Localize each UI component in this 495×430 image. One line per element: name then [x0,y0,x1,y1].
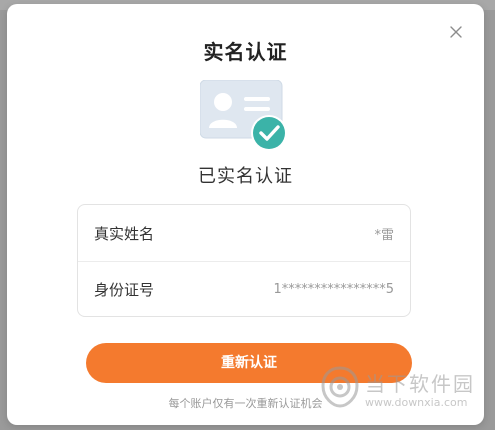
identity-info-card: 真实姓名 *雷 身份证号 1****************5 [77,204,411,317]
verification-dialog: 实名认证 已实名认证 真实姓名 *雷 身份证号 1***************… [7,4,484,425]
real-name-label: 真实姓名 [94,224,155,243]
info-row-id-number: 身份证号 1****************5 [78,261,410,317]
dialog-title: 实名认证 [203,40,288,64]
real-name-value: *雷 [374,227,394,243]
reverify-hint: 每个账户仅有一次重新认证机会 [168,397,323,410]
verification-status: 已实名认证 [198,166,293,187]
info-row-real-name: 真实姓名 *雷 [78,205,410,261]
reverify-button[interactable]: 重新认证 [86,343,412,383]
id-number-value: 1****************5 [273,282,394,297]
id-card-verified-icon [199,79,290,152]
id-number-label: 身份证号 [94,281,155,299]
